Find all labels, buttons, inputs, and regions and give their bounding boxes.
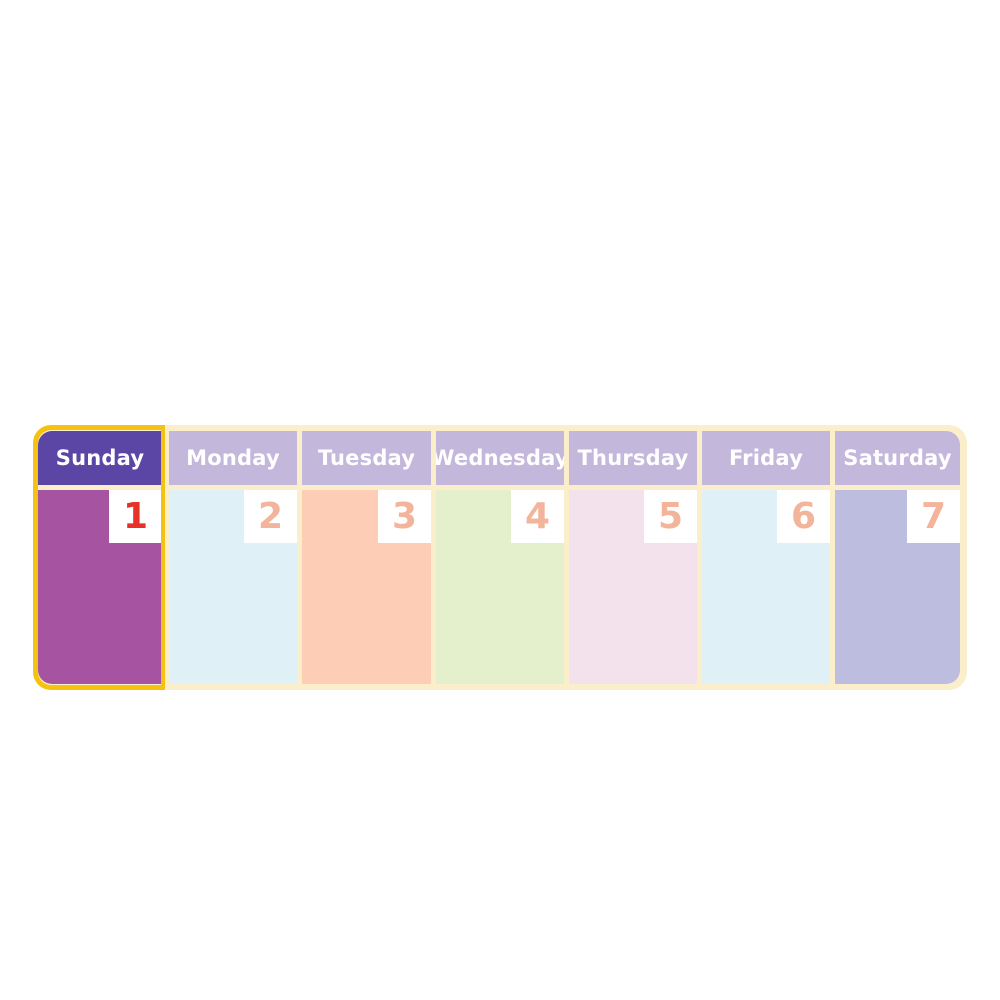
day-column-thursday[interactable]: Thursday 5: [569, 431, 697, 684]
day-header-thursday: Thursday: [569, 431, 697, 485]
date-tab-saturday: 7: [907, 490, 960, 543]
day-header-saturday: Saturday: [835, 431, 960, 485]
date-tab-monday: 2: [244, 490, 297, 543]
day-column-saturday[interactable]: Saturday 7: [835, 431, 960, 684]
day-header-monday: Monday: [169, 431, 297, 485]
day-column-monday[interactable]: Monday 2: [169, 431, 297, 684]
day-column-sunday[interactable]: Sunday 1: [38, 431, 162, 684]
day-header-tuesday: Tuesday: [302, 431, 431, 485]
day-column-wednesday[interactable]: Wednesday 4: [436, 431, 564, 684]
day-header-friday: Friday: [702, 431, 830, 485]
day-header-wednesday: Wednesday: [436, 431, 564, 485]
date-tab-thursday: 5: [644, 490, 697, 543]
date-tab-friday: 6: [777, 490, 830, 543]
day-header-sunday: Sunday: [38, 431, 162, 485]
date-tab-wednesday: 4: [511, 490, 564, 543]
date-tab-tuesday: 3: [378, 490, 431, 543]
day-column-friday[interactable]: Friday 6: [702, 431, 830, 684]
date-tab-sunday: 1: [109, 490, 162, 543]
week-calendar: Sunday 1 Monday 2 Tuesday 3 Wednesday 4 …: [33, 425, 967, 690]
day-column-tuesday[interactable]: Tuesday 3: [302, 431, 431, 684]
